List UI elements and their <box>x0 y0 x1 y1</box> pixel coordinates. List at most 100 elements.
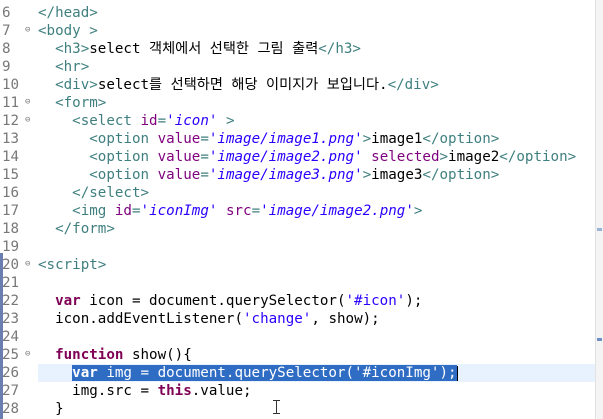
code-line[interactable]: 28 } <box>0 400 596 418</box>
line-number: 6 <box>2 5 11 21</box>
code-line[interactable]: 13 <option value='image/image1.png'>imag… <box>0 130 596 148</box>
code-token: img.src = <box>72 383 158 399</box>
code-line[interactable]: 15 <option value='image/image3.png'>imag… <box>0 166 596 184</box>
code-token: image2 <box>448 149 500 165</box>
code-token: <div> <box>55 77 98 93</box>
code-token: icon = document.querySelector( <box>80 293 346 309</box>
code-token: > <box>362 167 372 183</box>
code-token: value <box>157 149 201 165</box>
code-token: </option> <box>422 167 500 183</box>
code-token: 'iconImg' <box>140 203 218 219</box>
code-line[interactable]: 18 </form> <box>0 220 596 238</box>
code-token: <form> <box>55 95 107 111</box>
fold-toggle-icon[interactable]: ⊖ <box>25 98 30 107</box>
code-text: <script> <box>38 256 106 274</box>
code-line[interactable]: 17 <img id='iconImg' src='image/image2.p… <box>0 202 596 220</box>
code-line[interactable]: 27 img.src = this.value; <box>0 382 596 400</box>
code-token: </option> <box>422 131 500 147</box>
code-line[interactable]: 11 ⊖ <form> <box>0 94 596 112</box>
code-token: </head> <box>38 5 98 21</box>
code-token: 'image/image3.png' <box>208 167 363 183</box>
code-token: <option <box>89 149 158 165</box>
code-text: </select> <box>38 184 149 202</box>
code-line[interactable]: 21 <box>0 274 596 292</box>
fold-toggle-icon[interactable]: ⊖ <box>25 116 30 125</box>
code-text: var icon = document.querySelector('#icon… <box>38 292 422 310</box>
code-token: = <box>251 203 261 219</box>
fold-toggle-icon[interactable]: ⊖ <box>25 350 30 359</box>
code-token: > <box>439 149 449 165</box>
code-line[interactable]: 8 <h3>select 객체에서 선택한 그림 출력</h3> <box>0 40 596 58</box>
overview-ruler[interactable] <box>595 0 603 419</box>
fold-toggle-icon[interactable]: ⊖ <box>25 26 30 35</box>
code-token: function <box>55 347 124 363</box>
line-number: 26 <box>2 365 20 381</box>
line-number: 28 <box>2 401 20 417</box>
code-line[interactable]: 25 ⊖ function show(){ <box>0 346 596 364</box>
code-token: > <box>217 113 235 129</box>
code-text: var img = document.querySelector('#iconI… <box>38 364 458 382</box>
code-token: this <box>157 383 192 399</box>
code-token: <h3> <box>55 41 90 57</box>
code-line[interactable]: 9 <hr> <box>0 58 596 76</box>
code-editor[interactable]: 6 </head> 7 ⊖ <body >8 <h3>select 객체에서 선택한 그… <box>0 0 603 419</box>
code-line[interactable]: 7 ⊖ <body > <box>0 22 596 40</box>
code-text: <select id='icon' > <box>38 112 235 130</box>
code-token: img = document.querySelector( <box>97 365 355 381</box>
code-token: = <box>131 203 141 219</box>
ruler-mark[interactable] <box>597 338 602 341</box>
code-token: <select <box>72 113 141 129</box>
code-line[interactable]: 6 </head> <box>0 4 596 22</box>
code-line[interactable]: 19 <box>0 238 596 256</box>
code-line[interactable]: 26 var img = document.querySelector('#ic… <box>0 364 596 382</box>
code-text: } <box>38 400 64 418</box>
code-token: , show); <box>311 311 380 327</box>
code-token: .value; <box>191 383 252 399</box>
code-token: 'image/image1.png' <box>208 131 363 147</box>
code-line[interactable]: 23 icon.addEventListener('change', show)… <box>0 310 596 328</box>
code-token: </form> <box>55 221 115 237</box>
code-text: <form> <box>38 94 106 112</box>
code-token: ); <box>439 365 457 381</box>
code-token: var <box>55 293 81 309</box>
code-token: value <box>157 131 201 147</box>
code-line[interactable]: 10 <div>select를 선택하면 해당 이미지가 보입니다.</div> <box>0 76 596 94</box>
line-number: 14 <box>2 149 20 165</box>
line-number: 15 <box>2 167 20 183</box>
text-selection: var img = document.querySelector('#iconI… <box>72 365 457 381</box>
line-number: 10 <box>2 77 20 93</box>
code-text: </head> <box>38 4 98 22</box>
code-token: = <box>200 131 209 147</box>
ruler-mark[interactable] <box>597 228 602 231</box>
code-line[interactable]: 12 ⊖ <select id='icon' > <box>0 112 596 130</box>
code-token: show(){ <box>123 347 192 363</box>
code-line[interactable]: 16 </select> <box>0 184 596 202</box>
code-token: '#icon' <box>345 293 406 309</box>
code-token: <option <box>89 131 158 147</box>
code-line[interactable]: 22 var icon = document.querySelector('#i… <box>0 292 596 310</box>
code-text: <body > <box>38 22 98 40</box>
code-line[interactable]: 24 <box>0 328 596 346</box>
line-number: 19 <box>2 239 20 255</box>
code-text: icon.addEventListener('change', show); <box>38 310 380 328</box>
code-token: <hr> <box>55 59 90 75</box>
code-line[interactable]: 14 <option value='image/image2.png' sele… <box>0 148 596 166</box>
code-token: 'change' <box>243 311 312 327</box>
code-token: 'image/image2.png' <box>208 149 363 165</box>
code-token: image3 <box>371 167 423 183</box>
code-text: <img id='iconImg' src='image/image2.png'… <box>38 202 422 220</box>
code-token: = <box>200 149 209 165</box>
fold-toggle-icon[interactable]: ⊖ <box>25 260 30 269</box>
code-line[interactable]: 20 ⊖ <script> <box>0 256 596 274</box>
